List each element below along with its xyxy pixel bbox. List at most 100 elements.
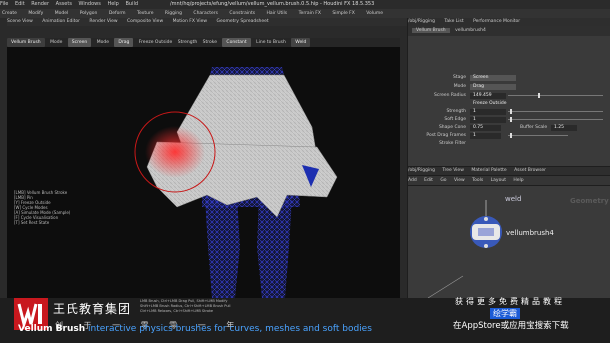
node-type-label: Vellum Brush [412, 28, 450, 33]
strength-label: Strength [177, 40, 198, 45]
weld-node-label: weld [505, 195, 522, 203]
brush-mode-label: Mode [96, 40, 109, 45]
param-label: Post Drag Frames [426, 133, 466, 138]
strength-field[interactable]: 1 [470, 108, 506, 115]
tab-material-palette[interactable]: Material Palette [471, 168, 506, 173]
buffer-scale-label: Buffer Scale [520, 125, 548, 130]
tool-name: Vellum Brush [7, 38, 45, 47]
context-watermark: Geometry [570, 197, 609, 205]
node-input [484, 217, 488, 221]
mode-label: Mode [50, 40, 63, 45]
menu-edit[interactable]: Edit [15, 1, 25, 7]
promo-line: 获得更多免费精品教程 [455, 297, 565, 306]
strength-slider[interactable] [508, 109, 603, 114]
video-subtitle: Vellum Brush interactive physics brushes… [18, 324, 372, 334]
network-menu-tools[interactable]: Tools [472, 178, 483, 183]
tab-obj-rigging[interactable]: /obj/Rigging [408, 19, 435, 24]
shelf-tab[interactable]: Volume [364, 11, 385, 16]
param-row-post-drag: Post Drag Frames 1 [408, 132, 606, 139]
tab-tree-view[interactable]: Tree View [442, 168, 464, 173]
mode-param-select[interactable]: Drag [470, 83, 516, 90]
screen-radius-field[interactable]: 149.459 [470, 92, 506, 99]
param-row-stroke-filter: Stroke Filter [408, 140, 606, 147]
tab-performance-monitor[interactable]: Performance Monitor [473, 19, 520, 24]
parameter-pane-tabs: /obj/Rigging Take List Performance Monit… [408, 18, 610, 26]
shelf-tab[interactable]: Simple FX [330, 11, 356, 16]
tab-take-list[interactable]: Take List [444, 19, 463, 24]
promo-app-name: 绘学霸 [490, 308, 520, 319]
build-desktop-select[interactable]: Build [125, 1, 138, 7]
viewport-display-toolbar[interactable] [400, 26, 407, 298]
freeze-outside-checkbox[interactable]: Freeze Outside [470, 101, 510, 107]
tool-options-bar: Vellum Brush Mode Screen Mode Drag Freez… [7, 38, 400, 47]
shelf-tab[interactable]: Hair Utils [265, 11, 290, 16]
param-header: Vellum Brush vellumbrush4 [408, 26, 610, 36]
shelf-tab[interactable]: Characters [191, 11, 220, 16]
scene-viewport[interactable] [7, 47, 400, 298]
tab-obj-rigging-network[interactable]: /obj/Rigging [408, 168, 435, 173]
tab-scene-view[interactable]: Scene View [7, 19, 33, 24]
soft-edge-field[interactable]: 1 [470, 116, 506, 123]
param-row-freeze: Freeze Outside [408, 100, 606, 107]
menu-help[interactable]: Help [107, 1, 118, 7]
shelf-tab[interactable]: Create [0, 11, 19, 16]
screen-radius-slider[interactable] [508, 93, 603, 98]
param-label: Strength [446, 109, 466, 114]
menu-render[interactable]: Render [31, 1, 49, 7]
param-label: Soft Edge [444, 117, 466, 122]
weld-button[interactable]: Weld [291, 38, 311, 47]
soft-edge-slider[interactable] [508, 117, 603, 122]
shelf-tab[interactable]: Model [53, 11, 71, 16]
network-menu-edit[interactable]: Edit [424, 178, 433, 183]
shelf-tab[interactable]: Modify [26, 11, 45, 16]
menu-assets[interactable]: Assets [56, 1, 72, 7]
shelf-tab[interactable]: Deform [107, 11, 128, 16]
stroke-label: Stroke [202, 40, 217, 45]
param-label: Mode [453, 84, 466, 89]
shelf-tab[interactable]: Rigging [163, 11, 184, 16]
viewport-status: LMB Brush, Ctrl+LMB Drag Pull, Shift+LMB… [140, 299, 290, 314]
brush-hotkey-hud: [LMB] Vellum Brush Stroke [LMB] Pin [Y] … [14, 190, 70, 225]
network-menu-view[interactable]: View [454, 178, 465, 183]
post-drag-field[interactable]: 1 [470, 132, 501, 139]
tab-geometry-spreadsheet[interactable]: Geometry Spreadsheet [216, 19, 268, 24]
status-line: Ctrl+LMB Relaxes, Ctrl+Shift+LMB Stroke [140, 309, 214, 313]
shape-cone-field[interactable]: 0.75 [470, 124, 501, 131]
param-row-shape-cone: Shape Cone 0.75 Buffer Scale 1.25 [408, 124, 606, 131]
shelf-tab[interactable]: Constraints [227, 11, 257, 16]
buffer-scale-field[interactable]: 1.25 [551, 124, 577, 131]
menu-windows[interactable]: Windows [79, 1, 101, 7]
scene-render [134, 67, 338, 298]
param-row-mode: Mode Drag [408, 83, 606, 90]
shelf-tabs: Create Modify Model Polygon Deform Textu… [0, 9, 610, 18]
network-menu-help[interactable]: Help [513, 178, 523, 183]
mode-select[interactable]: Screen [67, 38, 92, 47]
node-name-field[interactable]: vellumbrush4 [455, 28, 486, 33]
left-toolbar[interactable] [0, 18, 7, 298]
brush-mode-select[interactable]: Drag [114, 38, 134, 47]
stroke-select[interactable]: Constant [222, 38, 251, 47]
node-name-label[interactable]: vellumbrush4 [506, 229, 554, 237]
network-pane-tabs: /obj/Rigging Tree View Material Palette … [408, 167, 610, 175]
stage-select[interactable]: Screen [470, 74, 516, 81]
shelf-tab[interactable]: Polygon [78, 11, 100, 16]
network-menu-go[interactable]: Go [440, 178, 446, 183]
menu-file[interactable]: File [0, 1, 8, 7]
tab-animation-editor[interactable]: Animation Editor [42, 19, 80, 24]
freeze-outside-toggle[interactable]: Freeze Outside [139, 40, 173, 45]
company-name: 王氏教育集团 [53, 302, 132, 316]
tab-composite-view[interactable]: Composite View [127, 19, 163, 24]
shelf-tab[interactable]: Texture [135, 11, 155, 16]
tab-render-view[interactable]: Render View [89, 19, 117, 24]
network-menu-add[interactable]: Add [408, 178, 417, 183]
post-drag-slider[interactable] [508, 133, 568, 138]
tab-asset-browser[interactable]: Asset Browser [514, 168, 546, 173]
parameter-pane: Vellum Brush vellumbrush4 Stage Screen M… [408, 26, 610, 166]
param-label: Stage [452, 75, 466, 80]
leg-mesh-left [205, 197, 240, 298]
tab-motion-fx-view[interactable]: Motion FX View [173, 19, 207, 24]
viewport-tabs: Scene View Animation Editor Render View … [7, 18, 407, 26]
network-menu-layout[interactable]: Layout [491, 178, 506, 183]
shelf-tab[interactable]: Terrain FX [297, 11, 323, 16]
param-label: Screen Radius [434, 93, 466, 98]
